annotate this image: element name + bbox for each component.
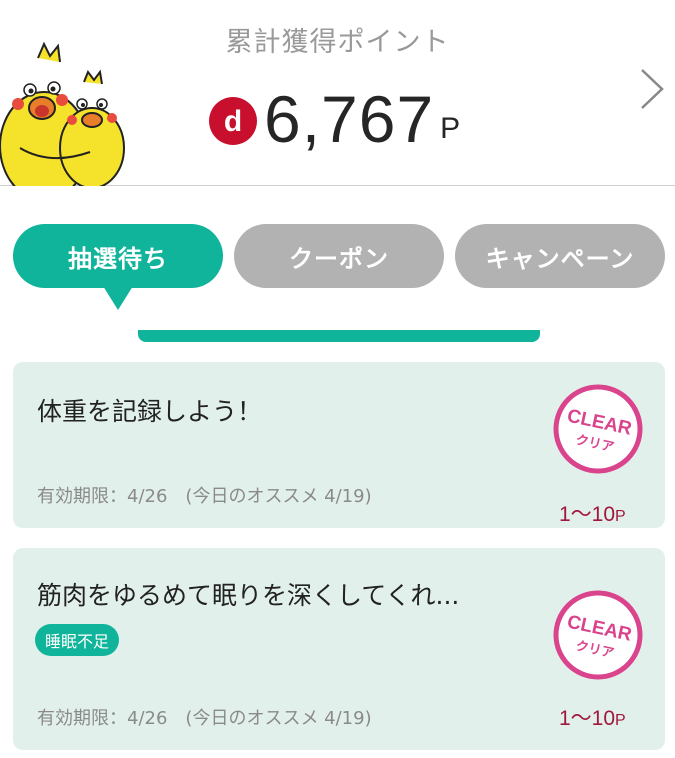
chevron-right-icon[interactable]: [638, 66, 666, 112]
tab-indicator: [138, 330, 540, 342]
mission-expiry: 有効期限：4/26 (今日のオススメ 4/19): [37, 486, 372, 507]
tab-campaign[interactable]: キャンペーン: [455, 224, 665, 288]
mission-card[interactable]: 筋肉をゆるめて眠りを深くしてくれ... 睡眠不足 CLEAR クリア 有効期限：…: [13, 548, 665, 750]
d-logo-letter: d: [224, 105, 242, 138]
cumulative-points-label: 累計獲得ポイント: [225, 27, 450, 58]
mission-points: 1〜10P: [559, 498, 626, 528]
mission-title: 筋肉をゆるめて眠りを深くしてくれ...: [37, 581, 460, 610]
clear-stamp-icon: CLEAR クリア: [553, 384, 643, 474]
page: 累計獲得ポイント d 6,767 P 抽選待ち クーポン キャンペーン 体重を記…: [0, 0, 675, 758]
mission-expiry: 有効期限：4/26 (今日のオススメ 4/19): [37, 708, 372, 729]
tab-coupon[interactable]: クーポン: [234, 224, 444, 288]
mission-points: 1〜10P: [559, 702, 626, 732]
tab-lottery-pending[interactable]: 抽選待ち: [13, 224, 223, 288]
d-point-logo-icon: d: [209, 97, 257, 145]
mission-tag: 睡眠不足: [35, 624, 120, 656]
points-value: 6,767: [264, 82, 435, 156]
points-unit: P: [440, 112, 461, 145]
active-tab-pointer: [103, 286, 133, 310]
mission-points-value: 1〜10: [559, 503, 616, 526]
clear-stamp-icon: CLEAR クリア: [553, 590, 643, 680]
mission-points-unit: P: [615, 712, 626, 729]
points-display: d 6,767 P: [208, 84, 460, 154]
mission-points-value: 1〜10: [559, 707, 616, 730]
points-header[interactable]: 累計獲得ポイント d 6,767 P: [0, 0, 675, 186]
poinco-mascot-icon: [0, 41, 125, 186]
mission-points-unit: P: [615, 508, 626, 525]
mission-title: 体重を記録しよう！: [37, 397, 263, 426]
mission-card[interactable]: 体重を記録しよう！ CLEAR クリア 有効期限：4/26 (今日のオススメ 4…: [13, 362, 665, 528]
